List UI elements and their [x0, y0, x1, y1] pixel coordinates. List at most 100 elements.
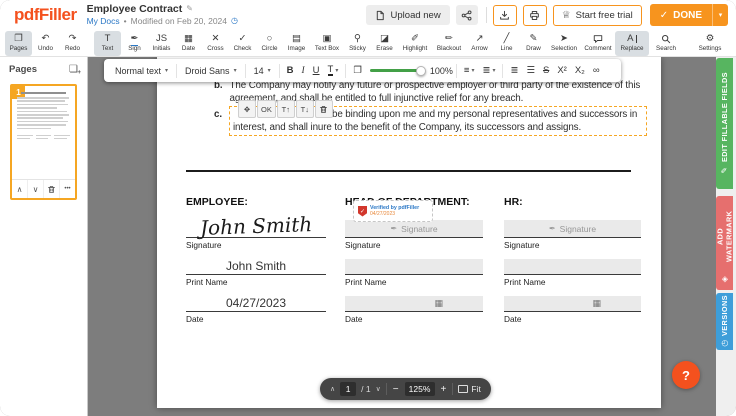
- text-color-dropdown[interactable]: T▾: [324, 65, 343, 76]
- breadcrumb[interactable]: My Docs: [87, 17, 120, 26]
- version-history-icon[interactable]: ◷: [231, 17, 238, 26]
- link-button[interactable]: ∞: [589, 65, 604, 76]
- delete-field-button[interactable]: [315, 100, 333, 118]
- done-button[interactable]: ✓ DONE ▾: [650, 4, 728, 26]
- tool-check[interactable]: ✓Check: [229, 31, 256, 56]
- add-watermark-tab[interactable]: ◈ ADD WATERMARK: [716, 196, 733, 290]
- bullet-list-button[interactable]: ☰: [522, 65, 539, 76]
- fit-to-width-button[interactable]: Fit: [458, 384, 480, 394]
- employee-date-value[interactable]: 04/27/2023: [226, 296, 286, 311]
- tool-highlight[interactable]: ✐Highlight: [398, 31, 432, 56]
- superscript-button[interactable]: X²: [553, 65, 571, 76]
- strikethrough-button[interactable]: S: [539, 65, 553, 76]
- move-page-up-button[interactable]: ∧: [12, 180, 27, 198]
- italic-button[interactable]: I: [297, 66, 308, 76]
- font-increase-button[interactable]: T↑: [277, 100, 295, 118]
- hr-print-name-field[interactable]: [504, 259, 641, 274]
- page-thumbnail[interactable]: 1: [10, 84, 77, 200]
- zoom-in-button[interactable]: +: [440, 384, 448, 395]
- signature-label: Signature: [345, 240, 483, 250]
- done-dropdown-caret[interactable]: ▾: [712, 4, 728, 26]
- tool-sticky[interactable]: ⚲Sticky: [344, 31, 371, 56]
- next-page-button[interactable]: ∨: [376, 385, 381, 393]
- employee-print-name-value[interactable]: John Smith: [226, 259, 286, 274]
- download-icon: [499, 10, 510, 21]
- tool-arrow[interactable]: ↗Arrow: [466, 31, 493, 56]
- tool-erase[interactable]: ◪Erase: [371, 31, 398, 56]
- tool-cross[interactable]: ✕Cross: [202, 31, 229, 56]
- hod-print-name-field[interactable]: [345, 259, 483, 274]
- bold-button[interactable]: B: [283, 65, 298, 76]
- copy-style-button[interactable]: ❐: [349, 65, 366, 76]
- tool-selection[interactable]: ➤Selection: [547, 31, 581, 56]
- hod-signature-field[interactable]: ✒ Signature: [345, 220, 483, 237]
- tool-text[interactable]: TText: [94, 31, 121, 56]
- line-spacing-dropdown[interactable]: ≣▾: [478, 65, 499, 76]
- tool-line[interactable]: ╱Line: [493, 31, 520, 56]
- thumbnail-controls: ∧ ∨ •••: [12, 179, 75, 198]
- opacity-slider[interactable]: [370, 69, 422, 72]
- start-free-trial-button[interactable]: ♕ Start free trial: [553, 5, 642, 26]
- add-page-button[interactable]: ❏+: [69, 64, 78, 75]
- slider-knob[interactable]: [416, 66, 426, 76]
- sticky-icon: ⚲: [354, 34, 361, 44]
- delete-page-button[interactable]: [43, 180, 59, 198]
- upload-doc-icon: [375, 10, 386, 21]
- calendar-icon: ▦: [434, 298, 443, 309]
- ok-button[interactable]: OK: [257, 100, 276, 118]
- hr-signature-field[interactable]: ✒ Signature: [504, 220, 641, 237]
- verified-stamp[interactable]: ✓ Verified by pdfFiller 04/27/2023: [353, 200, 433, 222]
- underline-button[interactable]: U: [309, 65, 324, 76]
- hod-date-field[interactable]: ▦: [345, 296, 483, 311]
- header-bar: pdfFiller Employee Contract ✎ My Docs • …: [0, 0, 736, 30]
- previous-page-button[interactable]: ∧: [330, 385, 335, 393]
- zoom-level-input[interactable]: 125%: [405, 382, 435, 396]
- tool-image[interactable]: ▤Image: [283, 31, 310, 56]
- highlight-icon: ✐: [411, 34, 419, 44]
- paragraph-style-dropdown[interactable]: Normal text▾: [110, 66, 173, 76]
- more-page-actions-button[interactable]: •••: [59, 180, 75, 198]
- employee-signature-value[interactable]: John Smith: [200, 213, 313, 239]
- edit-fillable-fields-tab[interactable]: ✎ EDIT FILLABLE FIELDS: [716, 58, 733, 189]
- print-name-label: Print Name: [345, 277, 483, 287]
- align-dropdown[interactable]: ≡▾: [460, 65, 479, 76]
- share-button[interactable]: [456, 5, 478, 25]
- tool-comment[interactable]: Comment: [581, 31, 615, 56]
- upload-new-button[interactable]: Upload new: [366, 5, 450, 25]
- page-number-input[interactable]: 1: [340, 382, 356, 396]
- tool-initials[interactable]: JSInitials: [148, 31, 175, 56]
- tool-text-box[interactable]: ▣Text Box: [310, 31, 344, 56]
- help-button[interactable]: ?: [672, 361, 700, 389]
- pages-panel: Pages ❏+ 1: [0, 57, 88, 416]
- employee-heading: EMPLOYEE:: [186, 196, 326, 210]
- zoom-out-button[interactable]: −: [392, 384, 400, 395]
- rename-icon[interactable]: ✎: [186, 5, 193, 14]
- font-size-dropdown[interactable]: 14▾: [249, 66, 276, 76]
- subscript-button[interactable]: X₂: [571, 65, 589, 76]
- tool-circle[interactable]: ○Circle: [256, 31, 283, 56]
- hr-date-field[interactable]: ▦: [504, 296, 641, 311]
- pdffiller-logo[interactable]: pdfFiller: [14, 5, 77, 25]
- tool-pages[interactable]: ❐Pages: [5, 31, 32, 56]
- move-field-button[interactable]: ✥: [238, 100, 256, 118]
- document-page[interactable]: b. The Company may notify any future or …: [157, 57, 661, 408]
- ordered-list-button[interactable]: ≣: [506, 65, 522, 76]
- section-divider: [186, 170, 631, 172]
- font-decrease-button[interactable]: T↓: [296, 100, 314, 118]
- tool-date[interactable]: ▦Date: [175, 31, 202, 56]
- tool-sign[interactable]: ✒Sign: [121, 31, 148, 56]
- tool-draw[interactable]: ✎Draw: [520, 31, 547, 56]
- hr-heading: HR:: [504, 196, 641, 210]
- tool-blackout[interactable]: ✏Blackout: [432, 31, 466, 56]
- tool-undo[interactable]: ↶Undo: [32, 31, 59, 56]
- print-button[interactable]: [523, 5, 547, 26]
- download-button[interactable]: [493, 5, 517, 26]
- font-family-dropdown[interactable]: Droid Sans▾: [180, 66, 242, 76]
- versions-tab[interactable]: ◷ VERSIONS: [716, 293, 733, 350]
- tool-settings[interactable]: ⚙ Settings: [693, 31, 727, 56]
- move-page-down-button[interactable]: ∨: [27, 180, 43, 198]
- tool-redo[interactable]: ↷Redo: [59, 31, 86, 56]
- tool-replace[interactable]: A Replace: [615, 31, 649, 56]
- tool-search[interactable]: Search: [649, 31, 683, 56]
- signature-label: Signature: [186, 240, 326, 250]
